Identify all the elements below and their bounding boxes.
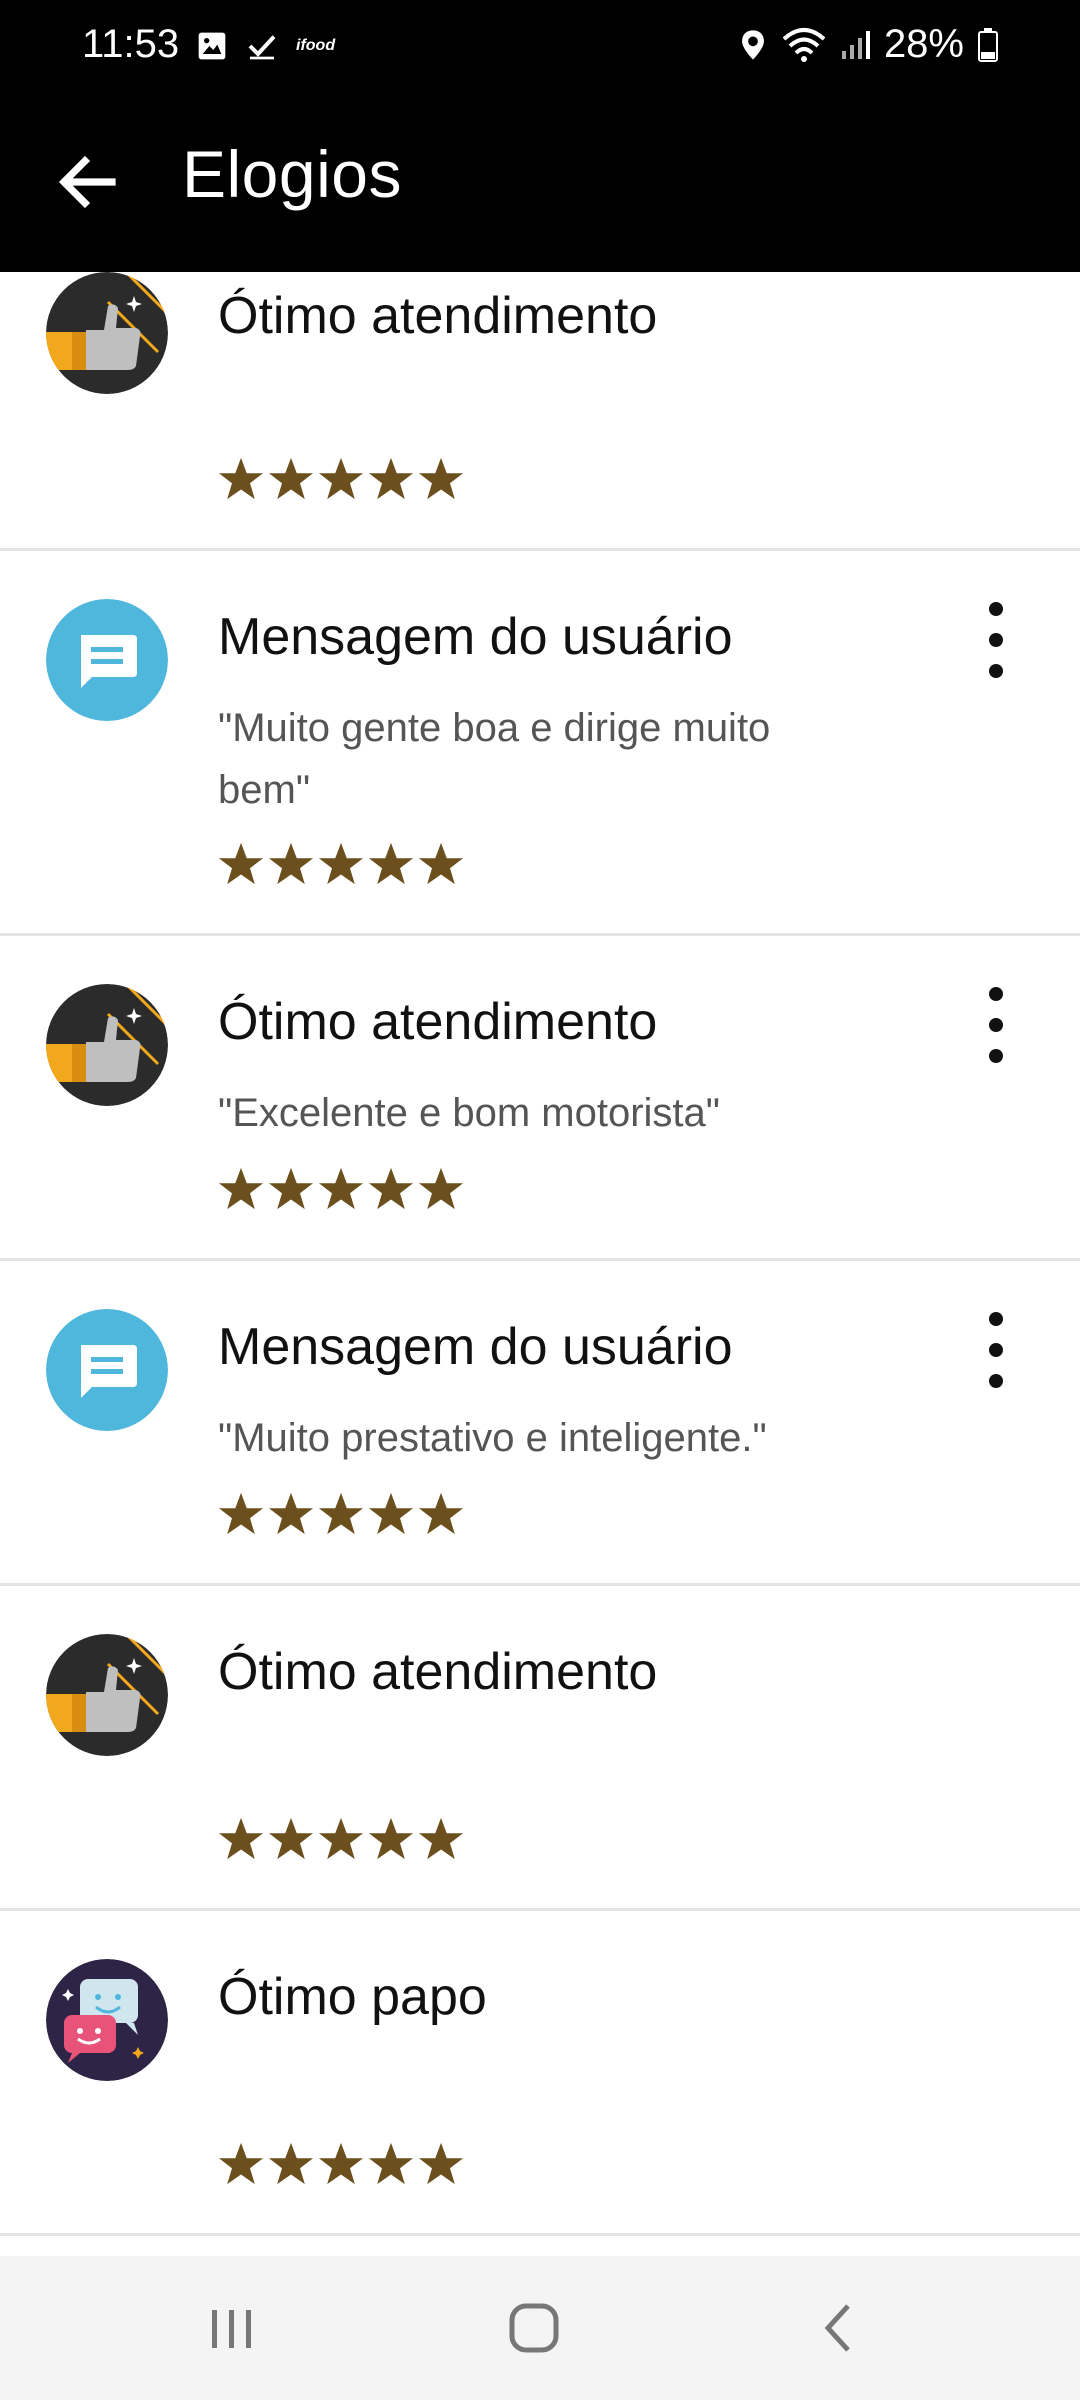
check-icon bbox=[248, 35, 276, 60]
star-icon bbox=[218, 1492, 264, 1535]
star-icon bbox=[318, 1167, 364, 1210]
more-vert-icon[interactable] bbox=[966, 1305, 1026, 1395]
star-icon bbox=[268, 2142, 314, 2185]
item-message: "Muito gente boa e dirige muito bem" bbox=[218, 706, 771, 812]
star-icon bbox=[318, 842, 364, 885]
nav-back-icon[interactable] bbox=[804, 2292, 876, 2364]
star-icon bbox=[218, 457, 264, 500]
more-vert-icon[interactable] bbox=[966, 595, 1026, 685]
system-icons: 28% bbox=[738, 22, 998, 67]
status-bar: 11:53 ifood 28% bbox=[0, 0, 1080, 96]
star-icon bbox=[218, 1167, 264, 1210]
star-icon bbox=[368, 1167, 414, 1210]
star-icon bbox=[418, 1492, 464, 1535]
list-item: Ótimo papo bbox=[0, 1911, 1080, 2236]
star-icon bbox=[218, 2142, 264, 2185]
star-icon bbox=[368, 1817, 414, 1860]
battery-percent: 28% bbox=[883, 22, 964, 66]
star-icon bbox=[418, 2142, 464, 2185]
rating-stars bbox=[218, 841, 464, 887]
message-bubble-icon bbox=[46, 1309, 168, 1431]
rating-stars bbox=[218, 456, 464, 502]
star-icon bbox=[368, 2142, 414, 2185]
compliments-list: Ótimo atendimento Mensagem do usuário "M… bbox=[0, 272, 1080, 2236]
star-icon bbox=[268, 1492, 314, 1535]
star-icon bbox=[218, 842, 264, 885]
star-icon bbox=[318, 2142, 364, 2185]
star-icon bbox=[318, 1492, 364, 1535]
signal-icon bbox=[841, 30, 870, 59]
star-icon bbox=[268, 842, 314, 885]
notification-icons: ifood bbox=[196, 30, 335, 62]
star-icon bbox=[268, 1167, 314, 1210]
message-bubble-icon bbox=[46, 599, 168, 721]
home-icon[interactable] bbox=[498, 2292, 570, 2364]
list-item: Ótimo atendimento bbox=[0, 272, 1080, 551]
rating-stars bbox=[218, 1816, 464, 1862]
star-icon bbox=[368, 1492, 414, 1535]
star-icon bbox=[218, 1817, 264, 1860]
thumbs-up-badge-icon bbox=[46, 1634, 168, 1756]
item-title: Mensagem do usuário bbox=[218, 608, 733, 666]
list-item: Ótimo atendimento "Excelente e bom motor… bbox=[0, 936, 1080, 1261]
item-title: Ótimo atendimento bbox=[218, 1643, 658, 1701]
location-icon bbox=[742, 29, 764, 60]
list-item: Ótimo atendimento bbox=[0, 1586, 1080, 1911]
app-bar: Elogios bbox=[0, 96, 1080, 272]
star-icon bbox=[268, 1817, 314, 1860]
star-icon bbox=[318, 457, 364, 500]
star-icon bbox=[418, 457, 464, 500]
rating-stars bbox=[218, 1491, 464, 1537]
item-message: "Muito prestativo e inteligente." bbox=[218, 1416, 767, 1460]
star-icon bbox=[418, 842, 464, 885]
more-vert-icon[interactable] bbox=[966, 980, 1026, 1070]
item-title: Ótimo atendimento bbox=[218, 993, 658, 1051]
chat-faces-badge-icon bbox=[46, 1959, 168, 2081]
star-icon bbox=[418, 1167, 464, 1210]
star-icon bbox=[418, 1817, 464, 1860]
system-nav-bar bbox=[0, 2256, 1080, 2400]
recents-icon[interactable] bbox=[196, 2292, 268, 2364]
thumbs-up-badge-icon bbox=[46, 984, 168, 1106]
item-title: Ótimo papo bbox=[218, 1968, 487, 2026]
arrow-back-icon[interactable] bbox=[52, 146, 124, 218]
star-icon bbox=[368, 457, 414, 500]
list-item: Mensagem do usuário "Muito gente boa e d… bbox=[0, 551, 1080, 936]
page-title: Elogios bbox=[182, 137, 402, 211]
star-icon bbox=[268, 457, 314, 500]
rating-stars bbox=[218, 2141, 464, 2187]
battery-icon bbox=[978, 27, 998, 62]
star-icon bbox=[318, 1817, 364, 1860]
item-title: Ótimo atendimento bbox=[218, 287, 658, 345]
ifood-icon: ifood bbox=[296, 37, 336, 54]
wifi-icon bbox=[782, 27, 826, 62]
status-time: 11:53 bbox=[82, 22, 180, 66]
list-item: Mensagem do usuário "Muito prestativo e … bbox=[0, 1261, 1080, 1586]
image-icon bbox=[198, 32, 226, 60]
star-icon bbox=[368, 842, 414, 885]
item-message: "Excelente e bom motorista" bbox=[218, 1091, 720, 1135]
item-title: Mensagem do usuário bbox=[218, 1318, 733, 1376]
thumbs-up-badge-icon bbox=[46, 272, 168, 394]
rating-stars bbox=[218, 1166, 464, 1212]
